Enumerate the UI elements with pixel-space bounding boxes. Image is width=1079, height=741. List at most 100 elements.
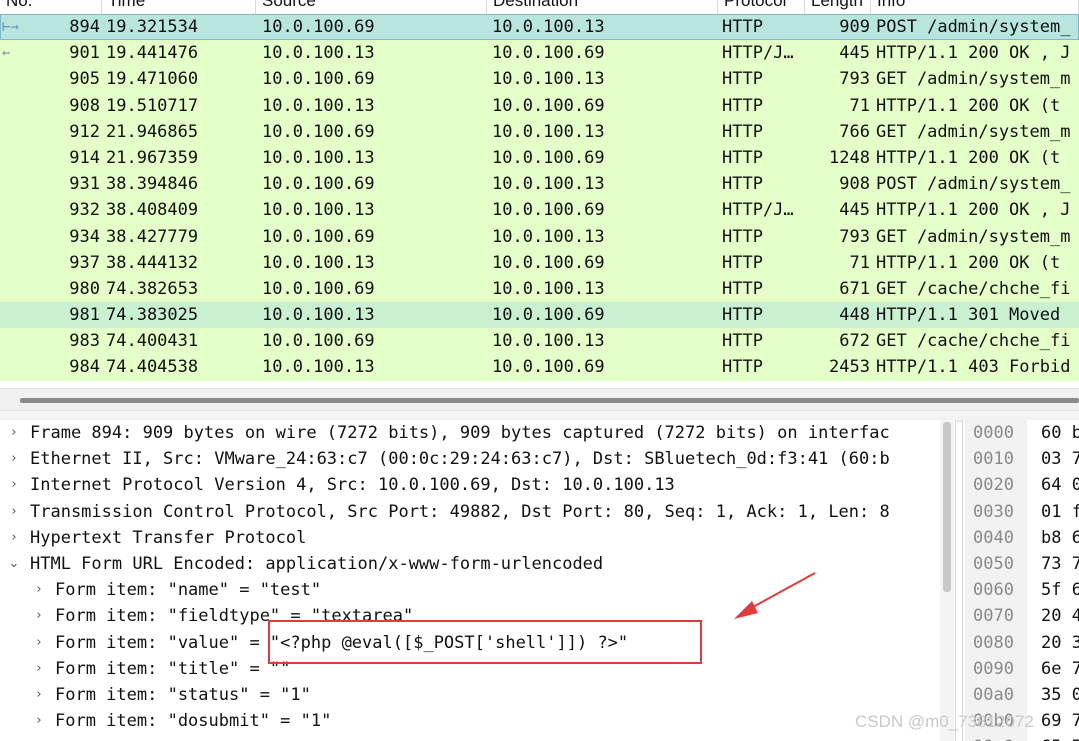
details-item-text: Form item: "dosubmit" = "1" <box>55 711 332 732</box>
packet-row[interactable]: 905 19.471060 10.0.100.69 10.0.100.13 HTTP 79… <box>0 66 1079 93</box>
bytes-hex[interactable]: 35 0 <box>1041 682 1079 708</box>
form-item[interactable]: › Form item: "dosubmit" = "1" <box>0 708 955 734</box>
chevron-right-icon[interactable]: › <box>6 420 22 446</box>
packet-info: POST /admin/system_ <box>876 17 1071 37</box>
packet-row[interactable]: 984 74.404538 10.0.100.13 10.0.100.69 HTTP 24… <box>0 354 1079 381</box>
details-vscrollbar-thumb[interactable] <box>943 422 951 592</box>
packet-info: GET /admin/system_m <box>876 226 1071 247</box>
column-header-protocol[interactable]: Protocol <box>718 0 805 14</box>
chevron-right-icon[interactable]: › <box>31 708 47 734</box>
packet-length: 766 <box>839 121 870 142</box>
bytes-hex[interactable]: 60 b <box>1041 420 1079 446</box>
chevron-right-icon[interactable]: › <box>6 525 22 551</box>
details-tree-item[interactable]: › Ethernet II, Src: VMware_24:63:c7 (00:0… <box>0 446 955 472</box>
chevron-right-icon[interactable]: › <box>6 472 22 498</box>
packet-row[interactable]: 937 38.444132 10.0.100.13 10.0.100.69 HTTP 71… <box>0 249 1079 276</box>
packet-source: 10.0.100.69 <box>262 17 375 37</box>
packet-source: 10.0.100.13 <box>262 305 375 326</box>
details-tree-item[interactable]: › Frame 894: 909 bytes on wire (7272 bits… <box>0 420 955 446</box>
packet-row[interactable]: 908 19.510717 10.0.100.13 10.0.100.69 HTTP 71… <box>0 92 1079 119</box>
chevron-right-icon[interactable]: › <box>31 577 47 603</box>
column-header-time[interactable]: Time <box>102 0 256 14</box>
column-header-no[interactable]: No. <box>0 0 102 14</box>
details-item-text: HTML Form URL Encoded: application/x-www… <box>30 553 604 574</box>
packet-protocol: HTTP <box>722 278 763 299</box>
form-item[interactable]: › Form item: "status" = "1" <box>0 682 955 708</box>
bytes-hex[interactable]: 20 3 <box>1041 630 1079 656</box>
packet-time: 74.404538 <box>106 357 199 378</box>
packet-row[interactable]: 934 38.427779 10.0.100.69 10.0.100.13 HTTP 79… <box>0 223 1079 250</box>
packet-time: 19.441476 <box>106 43 199 64</box>
details-item-text: Ethernet II, Src: VMware_24:63:c7 (00:0c… <box>30 449 890 470</box>
packet-time: 38.394846 <box>106 174 199 195</box>
column-header-info[interactable]: Info <box>871 0 1079 14</box>
packet-destination: 10.0.100.69 <box>492 200 605 221</box>
details-tree-item[interactable]: › Internet Protocol Version 4, Src: 10.0.… <box>0 472 955 498</box>
packet-number: 901 <box>69 43 100 64</box>
bytes-hex[interactable]: 64 0 <box>1041 472 1079 498</box>
bytes-offset: 0040 <box>973 527 1014 548</box>
packet-destination: 10.0.100.69 <box>492 147 605 168</box>
packet-source: 10.0.100.69 <box>262 174 375 195</box>
column-header-length[interactable]: Length <box>805 0 871 14</box>
packet-number: 905 <box>69 69 100 90</box>
packet-destination: 10.0.100.13 <box>492 121 605 142</box>
bytes-hex[interactable]: 03 7 <box>1041 446 1079 472</box>
packet-list-pane[interactable]: No. Time Source Destination Protocol Len… <box>0 0 1079 410</box>
chevron-right-icon[interactable]: › <box>6 499 22 525</box>
packet-bytes-pane[interactable]: 0000 60 b 0010 03 7 0020 64 0 0030 01 f 0040 b8 6… <box>962 420 1079 741</box>
bytes-hex[interactable]: b8 6 <box>1041 525 1079 551</box>
packet-destination: 10.0.100.69 <box>492 305 605 326</box>
packet-protocol: HTTP/J… <box>722 43 794 64</box>
packet-source: 10.0.100.13 <box>262 252 375 273</box>
packet-list-hscrollbar[interactable] <box>0 388 1079 410</box>
bytes-hex[interactable]: 69 7 <box>1041 708 1079 734</box>
packet-source: 10.0.100.13 <box>262 200 375 221</box>
bytes-offset: 0050 <box>973 553 1014 574</box>
details-tree-item[interactable]: › Transmission Control Protocol, Src Port… <box>0 499 955 525</box>
bytes-hex[interactable]: 65 7 <box>1041 734 1079 741</box>
bytes-offset: 0020 <box>973 475 1014 496</box>
hscrollbar-thumb[interactable] <box>20 398 1079 403</box>
packet-row[interactable]: 914 21.967359 10.0.100.13 10.0.100.69 HTTP 12… <box>0 144 1079 172</box>
column-header-destination[interactable]: Destination <box>487 0 718 14</box>
bytes-hex[interactable]: 73 7 <box>1041 551 1079 577</box>
packet-row[interactable]: ← 901 19.441476 10.0.100.13 10.0.100.69 HTTP/… <box>0 40 1079 67</box>
chevron-right-icon[interactable]: › <box>31 656 47 682</box>
packet-number: 908 <box>69 95 100 116</box>
bytes-hex[interactable]: 5f 6 <box>1041 577 1079 603</box>
chevron-right-icon[interactable]: › <box>31 682 47 708</box>
details-item-text: Form item: "name" = "test" <box>55 580 322 601</box>
chevron-right-icon[interactable]: › <box>31 603 47 629</box>
packet-info: GET /cache/chche_fi <box>876 331 1071 352</box>
packet-row[interactable]: ⊢→ 894 19.321534 10.0.100.69 10.0.100.13 HTTP… <box>0 14 1079 41</box>
bytes-row: 0040 b8 6 <box>963 525 1079 551</box>
details-tree-item[interactable]: › Hypertext Transfer Protocol <box>0 525 955 551</box>
chevron-down-icon[interactable]: ⌄ <box>6 551 22 577</box>
packet-number: 931 <box>69 174 100 195</box>
details-item-text: Form item: "status" = "1" <box>55 684 311 705</box>
bytes-hex[interactable]: 20 4 <box>1041 603 1079 629</box>
packet-source: 10.0.100.69 <box>262 69 375 90</box>
chevron-right-icon[interactable]: › <box>31 630 47 656</box>
packet-source: 10.0.100.69 <box>262 331 375 352</box>
packet-row[interactable]: 980 74.382653 10.0.100.69 10.0.100.13 HTTP 67… <box>0 275 1079 303</box>
bytes-hex[interactable]: 01 f <box>1041 499 1079 525</box>
packet-source: 10.0.100.69 <box>262 121 375 142</box>
details-vscrollbar[interactable] <box>940 420 954 741</box>
bytes-hex[interactable]: 6e 7 <box>1041 656 1079 682</box>
chevron-right-icon[interactable]: › <box>6 446 22 472</box>
packet-protocol: HTTP <box>722 357 763 378</box>
packet-row[interactable]: 981 74.383025 10.0.100.13 10.0.100.69 HTTP 44… <box>0 302 1079 329</box>
packet-destination: 10.0.100.13 <box>492 278 605 299</box>
packet-info: GET /admin/system_m <box>876 121 1071 142</box>
packet-length: 445 <box>839 200 870 221</box>
packet-row[interactable]: 932 38.408409 10.0.100.13 10.0.100.69 HTTP/J… <box>0 197 1079 224</box>
packet-row[interactable]: 931 38.394846 10.0.100.69 10.0.100.13 HTTP 90… <box>0 171 1079 198</box>
packet-row[interactable]: 983 74.400431 10.0.100.69 10.0.100.13 HTTP 67… <box>0 328 1079 355</box>
packet-time: 19.510717 <box>106 95 199 116</box>
details-item-text: Transmission Control Protocol, Src Port:… <box>30 501 890 522</box>
packet-number: 980 <box>69 278 100 299</box>
column-header-source[interactable]: Source <box>256 0 487 14</box>
packet-row[interactable]: 912 21.946865 10.0.100.69 10.0.100.13 HTTP 76… <box>0 118 1079 145</box>
